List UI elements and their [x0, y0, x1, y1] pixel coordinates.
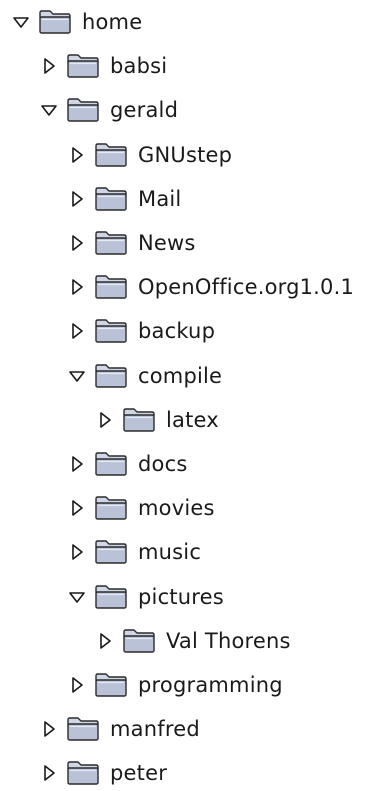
tree-item-news[interactable]: News [66, 225, 196, 261]
tree-item-gnustep[interactable]: GNUstep [66, 137, 232, 173]
folder-icon [94, 539, 128, 565]
directory-tree: home babsi gerald GNUstep Mail News OpenOffice… [0, 0, 378, 785]
triangle-right-icon[interactable] [66, 674, 88, 696]
triangle-right-icon[interactable] [66, 497, 88, 519]
tree-item-label[interactable]: docs [138, 446, 187, 482]
folder-icon [94, 274, 128, 300]
tree-item-latex[interactable]: latex [94, 402, 219, 438]
tree-item-label[interactable]: backup [138, 313, 215, 349]
triangle-right-icon[interactable] [66, 232, 88, 254]
folder-icon [94, 318, 128, 344]
folder-icon [122, 407, 156, 433]
triangle-right-icon[interactable] [66, 453, 88, 475]
tree-item-val-thorens[interactable]: Val Thorens [94, 623, 291, 659]
tree-item-label[interactable]: peter [110, 755, 167, 791]
folder-icon [66, 760, 100, 786]
tree-item-label[interactable]: programming [138, 667, 283, 703]
folder-icon [94, 672, 128, 698]
tree-item-manfred[interactable]: manfred [38, 711, 200, 747]
tree-item-music[interactable]: music [66, 534, 201, 570]
tree-item-label[interactable]: News [138, 225, 196, 261]
triangle-right-icon[interactable] [94, 409, 116, 431]
tree-item-label[interactable]: pictures [138, 579, 224, 615]
tree-item-peter[interactable]: peter [38, 755, 167, 791]
tree-item-babsi[interactable]: babsi [38, 48, 167, 84]
triangle-right-icon[interactable] [66, 541, 88, 563]
folder-icon [94, 142, 128, 168]
tree-item-compile[interactable]: compile [66, 358, 222, 394]
folder-icon [94, 363, 128, 389]
folder-icon [66, 53, 100, 79]
triangle-right-icon[interactable] [38, 718, 60, 740]
triangle-down-icon[interactable] [66, 586, 88, 608]
tree-item-programming[interactable]: programming [66, 667, 283, 703]
tree-item-gerald[interactable]: gerald [38, 92, 178, 128]
folder-icon [94, 186, 128, 212]
triangle-right-icon[interactable] [66, 188, 88, 210]
triangle-right-icon[interactable] [66, 144, 88, 166]
tree-item-label[interactable]: movies [138, 490, 215, 526]
folder-icon [66, 97, 100, 123]
tree-item-label[interactable]: home [82, 4, 142, 40]
tree-item-pictures[interactable]: pictures [66, 579, 224, 615]
tree-item-openoffice-org1-0-1[interactable]: OpenOffice.org1.0.1 [66, 269, 354, 305]
folder-icon [38, 9, 72, 35]
triangle-down-icon[interactable] [10, 11, 32, 33]
tree-item-label[interactable]: music [138, 534, 201, 570]
triangle-right-icon[interactable] [66, 276, 88, 298]
tree-item-home[interactable]: home [10, 4, 142, 40]
folder-icon [94, 451, 128, 477]
tree-item-backup[interactable]: backup [66, 313, 215, 349]
tree-item-movies[interactable]: movies [66, 490, 215, 526]
tree-item-label[interactable]: GNUstep [138, 137, 232, 173]
folder-icon [94, 230, 128, 256]
triangle-right-icon[interactable] [66, 320, 88, 342]
tree-item-mail[interactable]: Mail [66, 181, 181, 217]
tree-item-docs[interactable]: docs [66, 446, 187, 482]
tree-item-label[interactable]: manfred [110, 711, 200, 747]
tree-item-label[interactable]: OpenOffice.org1.0.1 [138, 269, 354, 305]
folder-icon [66, 716, 100, 742]
triangle-right-icon[interactable] [38, 55, 60, 77]
tree-item-label[interactable]: gerald [110, 92, 178, 128]
triangle-right-icon[interactable] [38, 762, 60, 784]
tree-item-label[interactable]: Val Thorens [166, 623, 291, 659]
folder-icon [122, 628, 156, 654]
tree-item-label[interactable]: Mail [138, 181, 181, 217]
triangle-right-icon[interactable] [94, 630, 116, 652]
tree-item-label[interactable]: babsi [110, 48, 167, 84]
folder-icon [94, 495, 128, 521]
folder-icon [94, 584, 128, 610]
triangle-down-icon[interactable] [66, 365, 88, 387]
tree-item-label[interactable]: latex [166, 402, 219, 438]
triangle-down-icon[interactable] [38, 99, 60, 121]
tree-item-label[interactable]: compile [138, 358, 222, 394]
